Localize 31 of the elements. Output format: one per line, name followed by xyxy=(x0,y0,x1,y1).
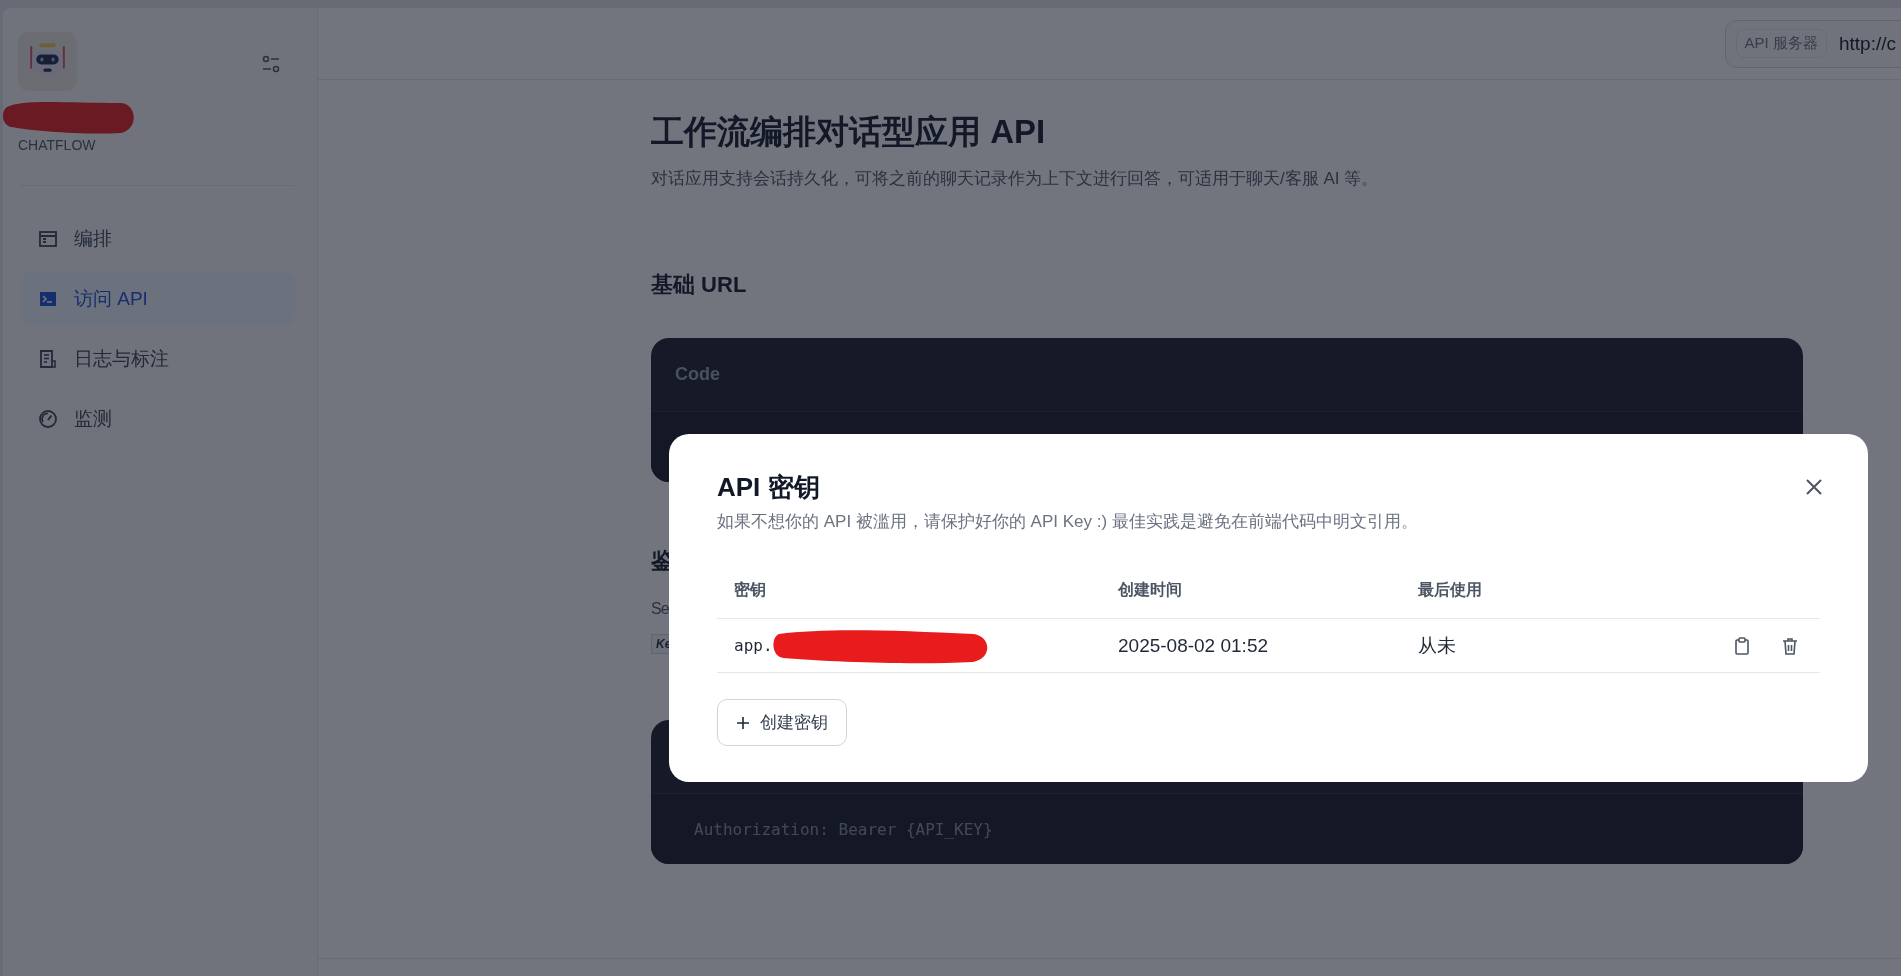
section-heading: 基础 URL xyxy=(651,271,748,299)
settings-sliders-icon[interactable] xyxy=(261,53,281,74)
nav-item[interactable]: 访问 API xyxy=(21,272,295,326)
paragraph-text: Se xyxy=(651,599,669,619)
table-cell-text: 从未 xyxy=(1417,633,1457,658)
column-header: 最后使用 xyxy=(1417,579,1483,600)
api-server-field[interactable]: API 服务器 http://c xyxy=(1724,19,1901,68)
dialog-description: 如果不想你的 API 被滥用，请保护好你的 API Key :) 最佳实践是避免在前端代码中明文引用。 xyxy=(717,511,1419,533)
plus-icon xyxy=(736,715,750,730)
nav-item[interactable]: 监测 xyxy=(21,392,295,446)
api-key-text: app. xyxy=(734,636,773,655)
api-server-tag: API 服务器 xyxy=(1735,29,1827,58)
gauge-icon xyxy=(38,409,58,429)
close-icon[interactable] xyxy=(1804,477,1824,497)
create-key-button[interactable]: 创建密钥 xyxy=(717,699,847,746)
page-description: 对话应用支持会话持久化，可将之前的聊天记录作为上下文进行回答，可适用于聊天/客服 AI 等。 xyxy=(651,168,1380,190)
api-server-url: http://c xyxy=(1838,32,1896,55)
delete-icon[interactable] xyxy=(1780,635,1800,656)
column-header: 密钥 xyxy=(733,579,767,600)
layout-icon xyxy=(38,229,58,249)
dialog-title: API 密钥 xyxy=(717,471,820,504)
app-type-label: CHATFLOW xyxy=(18,137,97,153)
copy-icon[interactable] xyxy=(1732,635,1752,656)
column-header: 创建时间 xyxy=(1117,579,1183,600)
table-cell-text: 2025-08-02 01:52 xyxy=(1117,634,1269,657)
robot-app-icon xyxy=(18,32,77,91)
nav-item[interactable]: 日志与标注 xyxy=(21,332,295,386)
page-title: 工作流编排对话型应用 API xyxy=(651,112,1047,152)
nav-item[interactable]: 编排 xyxy=(21,212,295,266)
document-icon xyxy=(38,349,58,369)
terminal-icon xyxy=(38,289,58,309)
